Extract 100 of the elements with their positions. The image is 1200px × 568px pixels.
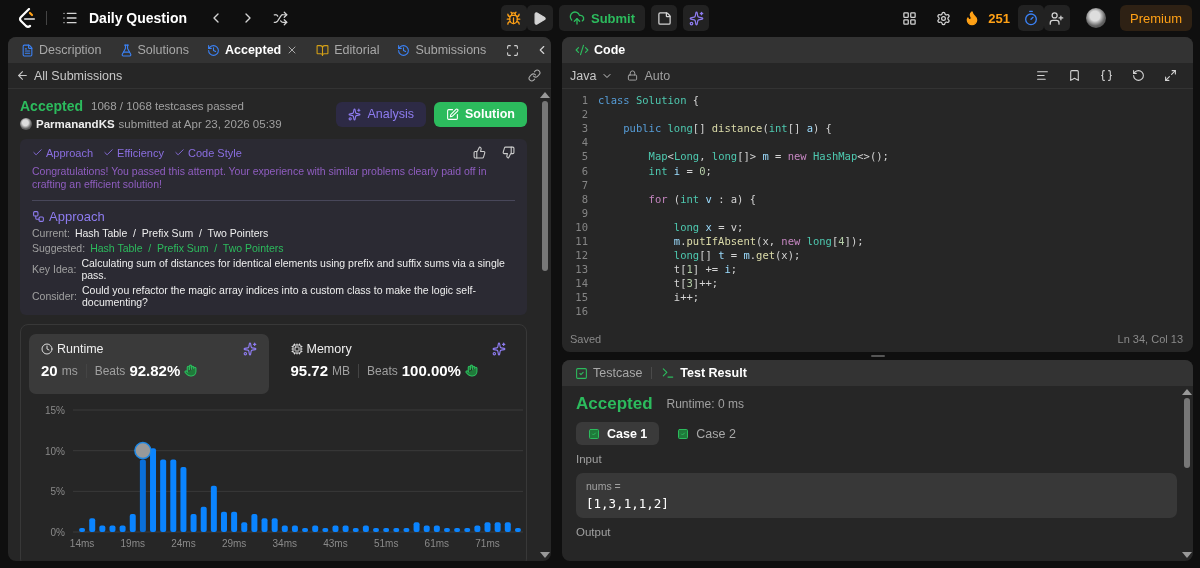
case-tab[interactable]: Case 1	[576, 422, 660, 445]
mode-label[interactable]: Auto	[644, 68, 671, 83]
edit-icon	[446, 107, 459, 121]
chart-bar[interactable]	[484, 522, 491, 532]
chart-bar[interactable]	[251, 514, 258, 532]
axis-label: 0%	[50, 527, 65, 538]
tab[interactable]: Description	[16, 39, 107, 61]
stat-box[interactable]: Runtime 20 ms Beats 92.82%	[29, 334, 269, 394]
chart-bar[interactable]	[180, 466, 187, 532]
premium-button[interactable]: Premium	[1120, 5, 1192, 31]
chart-bar[interactable]	[514, 527, 521, 532]
stat-box[interactable]: Memory 95.72 MB Beats 100.00%	[278, 334, 518, 394]
chart-bar[interactable]	[261, 518, 268, 532]
chart-bar[interactable]	[129, 514, 136, 532]
thumbs-up-icon[interactable]	[473, 146, 486, 159]
chart-bar[interactable]	[504, 522, 511, 532]
chart-bar[interactable]	[89, 518, 96, 532]
note-button[interactable]	[651, 5, 678, 31]
chart-bar[interactable]	[271, 518, 278, 532]
author-name[interactable]: ParmanandKS	[36, 118, 115, 130]
chart-bar[interactable]	[362, 525, 369, 532]
link-icon[interactable]	[528, 69, 541, 82]
run-button[interactable]	[526, 5, 553, 31]
hand-icon	[464, 364, 478, 377]
chart-bar[interactable]	[281, 525, 288, 532]
settings-icon	[935, 10, 951, 26]
chart-bar[interactable]	[383, 527, 390, 532]
sparkle-icon[interactable]	[492, 342, 506, 356]
stat-label: Memory	[306, 342, 352, 356]
back-link[interactable]: All Submissions	[16, 68, 123, 83]
chart-bar[interactable]	[342, 525, 349, 532]
axis-label: 71ms	[475, 538, 500, 549]
tab[interactable]: Accepted	[201, 39, 304, 61]
tab[interactable]: Submissions	[392, 39, 492, 61]
tab[interactable]: Editorial	[311, 39, 385, 61]
chart-bar[interactable]	[393, 527, 400, 532]
tab[interactable]: Solutions	[114, 39, 194, 61]
chart-bar[interactable]	[241, 522, 248, 532]
streak-count[interactable]: 251	[988, 10, 1010, 26]
chart-bar[interactable]	[433, 525, 440, 532]
add-user-icon	[1049, 10, 1065, 26]
tab[interactable]: Test Result	[656, 362, 752, 384]
chart-bar[interactable]	[79, 527, 86, 532]
chart-bar[interactable]	[160, 459, 167, 532]
align-left-icon	[1035, 69, 1049, 82]
submit-button[interactable]: Submit	[558, 5, 646, 31]
analysis-button[interactable]: Analysis	[336, 101, 426, 127]
chart-bar[interactable]	[352, 527, 359, 532]
chart-bar[interactable]	[139, 459, 146, 532]
chart-bar[interactable]	[494, 522, 501, 532]
chart-bar[interactable]	[200, 506, 207, 532]
sparkle-button[interactable]	[683, 5, 710, 31]
chart-bar[interactable]	[119, 525, 126, 532]
cursor-position: Ln 34, Col 13	[1117, 333, 1183, 345]
chart-bar[interactable]	[423, 525, 430, 532]
chart-bar[interactable]	[231, 511, 238, 532]
runtime-text: Runtime: 0 ms	[666, 397, 744, 411]
line-number: 16	[574, 305, 589, 318]
sparkle-icon[interactable]	[242, 342, 257, 356]
beats-value: 100.00%	[401, 362, 461, 379]
avatar[interactable]	[1086, 8, 1106, 28]
chart-bar[interactable]	[302, 527, 309, 532]
thumbs-down-icon[interactable]	[502, 146, 515, 159]
timer-button[interactable]	[1018, 5, 1044, 31]
chart-bar[interactable]	[444, 527, 450, 532]
info-value: Hash Table / Prefix Sum / Two Pointers	[74, 227, 269, 239]
chart-bar[interactable]	[291, 525, 298, 532]
chart-bar[interactable]	[454, 527, 461, 532]
chart-bar[interactable]	[312, 525, 319, 532]
add-user-button[interactable]	[1044, 5, 1070, 31]
chart-bar[interactable]	[170, 459, 177, 532]
logo[interactable]	[18, 8, 36, 28]
line-number: 1	[580, 94, 589, 107]
tab[interactable]: Testcase	[570, 362, 648, 384]
line-number: 14	[574, 277, 589, 290]
cloud-upload-icon	[568, 10, 585, 26]
axis-label: 29ms	[221, 538, 247, 549]
line-number: 10	[574, 220, 589, 233]
debug-button[interactable]	[500, 5, 527, 31]
chart-bar[interactable]	[322, 527, 329, 532]
tab[interactable]: Code	[570, 39, 631, 61]
list-icon	[62, 10, 78, 26]
chart-bar[interactable]	[373, 527, 379, 532]
axis-label: 15%	[45, 405, 65, 416]
chart-bar[interactable]	[190, 514, 197, 532]
chart-bar[interactable]	[474, 525, 481, 532]
chart-bar[interactable]	[210, 485, 217, 532]
chart-bar[interactable]	[332, 525, 339, 532]
line-number: 8	[580, 192, 589, 205]
chart-bar[interactable]	[403, 527, 410, 532]
chart-bar[interactable]	[464, 527, 471, 532]
case-tab[interactable]: Case 2	[665, 422, 748, 445]
language-select[interactable]: Java	[570, 68, 614, 83]
beats-value: 92.82%	[129, 362, 181, 379]
chart-bar[interactable]	[109, 525, 116, 532]
hand-icon	[184, 364, 198, 377]
code-line: public long[] distance(int[] a) {	[622, 122, 832, 135]
chart-bar[interactable]	[413, 522, 420, 532]
chart-bar[interactable]	[221, 511, 227, 532]
chart-bar[interactable]	[99, 525, 106, 532]
